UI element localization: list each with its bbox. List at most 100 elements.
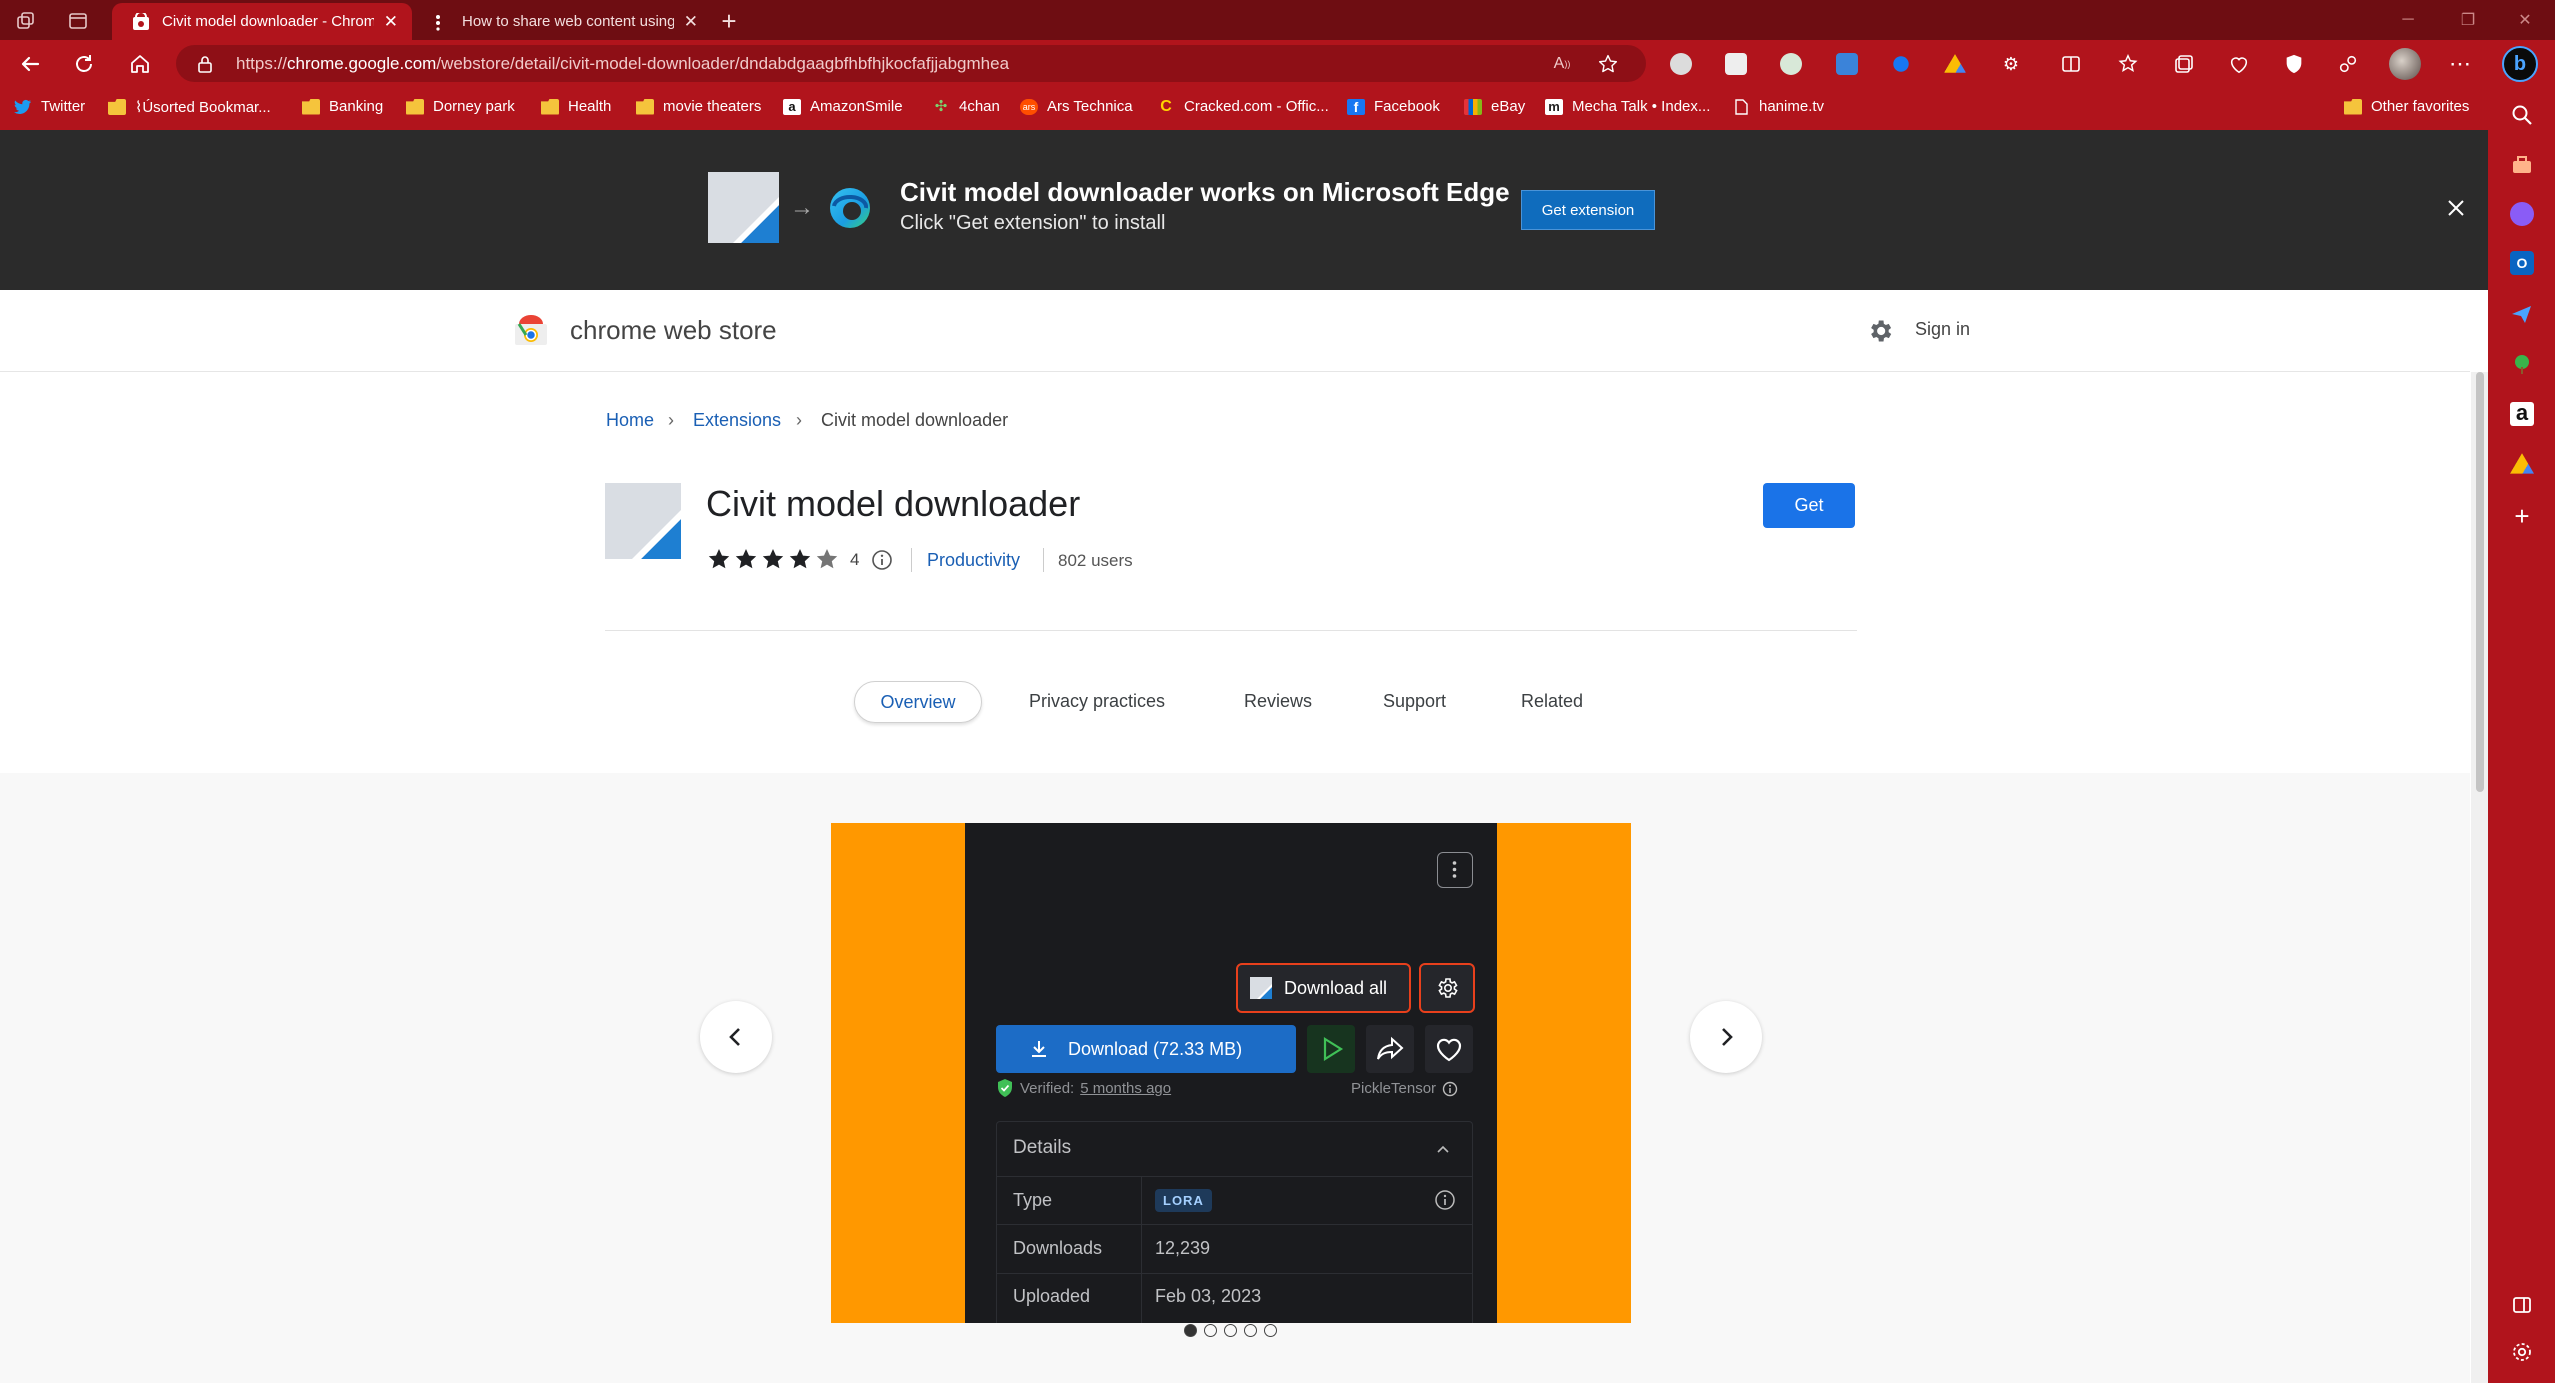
settings-gear-icon[interactable] [1866, 317, 1894, 345]
carousel-dot[interactable] [1224, 1324, 1237, 1337]
bookmark-twitter[interactable]: Twitter [14, 98, 85, 115]
bookmark-folder-health[interactable]: Health [541, 98, 611, 115]
tab-reviews[interactable]: Reviews [1244, 691, 1312, 712]
url-text[interactable]: https://chrome.google.com/webstore/detai… [236, 54, 1009, 74]
minimize-button[interactable]: ─ [2378, 0, 2438, 40]
bookmark-other-favorites[interactable]: Other favorites [2344, 98, 2469, 115]
carousel-dot[interactable] [1204, 1324, 1217, 1337]
carousel-dot[interactable] [1264, 1324, 1277, 1337]
profile-avatar[interactable] [2389, 48, 2421, 80]
tab-actions-icon[interactable] [66, 9, 90, 33]
get-extension-button[interactable]: Get extension [1521, 190, 1655, 230]
bookmark-mecha-talk[interactable]: m Mecha Talk • Index... [1545, 98, 1710, 115]
bookmark-hanime[interactable]: hanime.tv [1732, 98, 1824, 115]
address-bar[interactable]: https://chrome.google.com/webstore/detai… [176, 45, 1646, 82]
category-link[interactable]: Productivity [927, 550, 1020, 571]
bookmark-4chan[interactable]: ✣ 4chan [932, 98, 1000, 115]
extension-logo [708, 172, 779, 243]
hide-sidebar-icon[interactable] [2510, 1293, 2534, 1317]
send-icon[interactable] [2510, 302, 2534, 326]
bing-copilot-icon[interactable]: b [2502, 46, 2538, 82]
workspaces-icon[interactable] [14, 9, 38, 33]
scrollbar-thumb[interactable] [2476, 372, 2484, 792]
bookmark-amazonsmile[interactable]: a AmazonSmile [783, 98, 903, 115]
banner-close-icon[interactable] [2442, 194, 2470, 222]
search-icon[interactable] [2510, 103, 2534, 127]
tab-related[interactable]: Related [1521, 691, 1583, 712]
back-icon[interactable] [16, 50, 44, 78]
carousel-dot[interactable] [1244, 1324, 1257, 1337]
bookmark-ebay[interactable]: eBay [1464, 98, 1525, 115]
bookmark-label: Other favorites [2371, 98, 2470, 115]
new-tab-button[interactable]: + [714, 6, 744, 36]
extensions-puzzle-icon[interactable]: ⚙ [1997, 50, 2025, 78]
browser-toolbar: https://chrome.google.com/webstore/detai… [0, 40, 2488, 88]
bookmark-folder-movie-theaters[interactable]: movie theaters [636, 98, 761, 115]
tree-icon[interactable] [2510, 352, 2534, 376]
restore-button[interactable]: ❐ [2438, 0, 2498, 40]
web-store-logo[interactable] [514, 314, 548, 346]
carousel-dot[interactable] [1184, 1324, 1197, 1337]
shield-icon[interactable] [2280, 50, 2308, 78]
read-aloud-icon[interactable]: A)) [1550, 52, 1574, 76]
extension-4-icon[interactable] [1836, 53, 1858, 75]
user-count: 802 users [1058, 551, 1133, 570]
favorite-star-icon[interactable] [1596, 52, 1620, 76]
table-row-value: 12,239 [1155, 1238, 1211, 1258]
tab-civit-model-downloader[interactable]: Civit model downloader - Chrome Web Stor… [112, 3, 412, 40]
browser-essentials-icon[interactable] [2225, 50, 2253, 78]
collections-icon[interactable] [2170, 50, 2198, 78]
download-all-label: Download all [1284, 977, 1388, 998]
add-sidebar-app-icon[interactable]: + [2510, 503, 2534, 529]
tab-share-web-content[interactable]: How to share web content using Microsoft… [412, 3, 712, 40]
refresh-icon[interactable] [70, 50, 98, 78]
extension-1-icon[interactable] [1670, 53, 1692, 75]
sign-in-link[interactable]: Sign in [1915, 319, 1970, 340]
performance-icon[interactable] [2334, 50, 2362, 78]
breadcrumb-extensions[interactable]: Extensions [693, 410, 781, 431]
lock-icon[interactable] [194, 53, 216, 75]
screenshot-panel: Download all Download (72.33 MB) Verifie… [965, 823, 1497, 1323]
download-all-button: Download all [1236, 963, 1411, 1013]
info-icon[interactable] [871, 549, 893, 571]
tab-support[interactable]: Support [1383, 691, 1446, 712]
store-name[interactable]: chrome web store [570, 315, 777, 346]
tab-close-icon[interactable]: ✕ [684, 12, 698, 32]
google-drive-icon[interactable] [1944, 54, 1966, 73]
games-icon[interactable] [2510, 202, 2534, 226]
get-button[interactable]: Get [1763, 483, 1855, 528]
bookmark-folder-unsorted[interactable]: ⌇Úsorted Bookmar... [108, 98, 271, 116]
page-scrollbar[interactable] [2471, 372, 2488, 1383]
rating-value: 4 [850, 550, 860, 569]
bookmark-label: Mecha Talk • Index... [1572, 98, 1711, 115]
bookmark-label: eBay [1491, 98, 1526, 115]
tab-close-icon[interactable]: ✕ [384, 12, 398, 32]
sidebar-settings-icon[interactable] [2510, 1340, 2534, 1364]
bookmark-ars-technica[interactable]: ars Ars Technica [1020, 98, 1133, 115]
next-screenshot-button[interactable] [1690, 1001, 1762, 1073]
table-row-label: Type [1013, 1190, 1053, 1210]
drive-sidebar-icon[interactable] [2510, 453, 2534, 474]
tab-privacy-practices[interactable]: Privacy practices [1029, 691, 1165, 712]
close-window-button[interactable]: ✕ [2495, 0, 2555, 40]
outlook-icon[interactable]: O [2510, 251, 2534, 275]
store-header: chrome web store Sign in [0, 290, 2470, 372]
extension-2-icon[interactable] [1725, 53, 1747, 75]
split-screen-icon[interactable] [2057, 50, 2085, 78]
home-icon[interactable] [126, 50, 154, 78]
bookmark-folder-dorney-park[interactable]: Dorney park [406, 98, 515, 115]
bookmark-facebook[interactable]: f Facebook [1347, 98, 1440, 115]
bookmark-cracked[interactable]: C Cracked.com - Offic... [1157, 98, 1329, 115]
bookmark-folder-banking[interactable]: Banking [302, 98, 383, 115]
extension-5-icon[interactable] [1893, 56, 1909, 72]
bookmark-label: Health [568, 98, 612, 115]
star-filled-icon [789, 549, 811, 569]
previous-screenshot-button[interactable] [700, 1001, 772, 1073]
breadcrumb-home[interactable]: Home [606, 410, 654, 431]
amazon-sidebar-icon[interactable]: a [2510, 402, 2534, 426]
tab-overview[interactable]: Overview [854, 681, 982, 723]
extension-3-icon[interactable] [1780, 53, 1802, 75]
more-menu-icon[interactable]: ⋯ [2446, 50, 2474, 78]
tools-icon[interactable] [2510, 153, 2534, 177]
favorites-icon[interactable] [2114, 50, 2142, 78]
